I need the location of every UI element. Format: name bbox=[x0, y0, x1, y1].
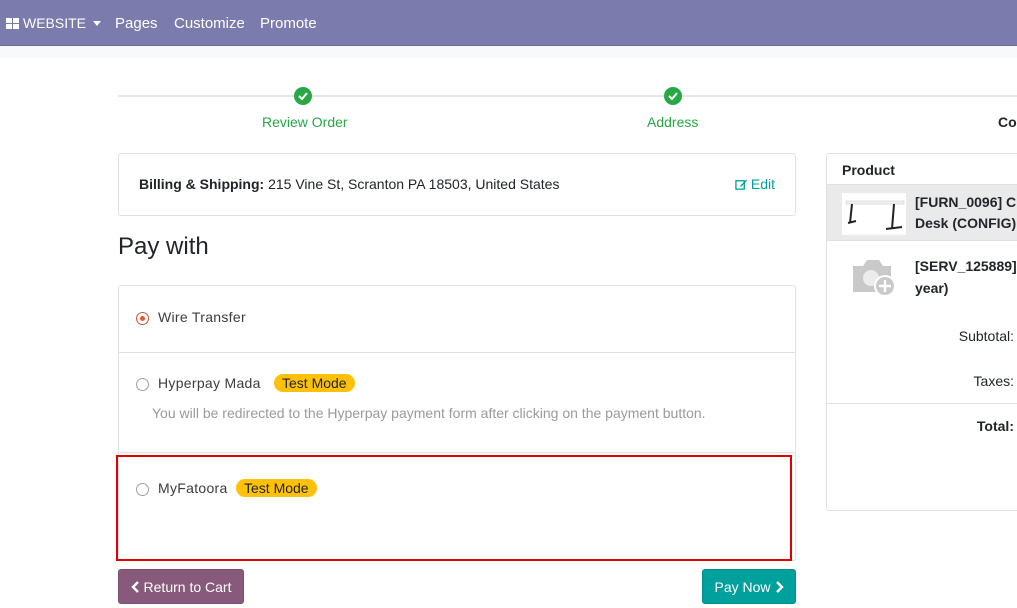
test-mode-badge: Test Mode bbox=[274, 374, 355, 392]
check-circle-icon bbox=[294, 87, 312, 105]
pay-now-label: Pay Now bbox=[714, 578, 771, 595]
wizard-step-label: Address bbox=[647, 114, 699, 130]
test-mode-badge: Test Mode bbox=[236, 479, 317, 497]
return-to-cart-label: Return to Cart bbox=[143, 578, 232, 595]
summary-divider bbox=[827, 403, 1017, 404]
nav-pages[interactable]: Pages bbox=[115, 0, 158, 46]
product-column-header: Product bbox=[842, 162, 895, 178]
payment-method-description: You will be redirected to the Hyperpay p… bbox=[152, 405, 706, 421]
navbar-shadow bbox=[0, 46, 1017, 58]
payment-radio-checked[interactable] bbox=[136, 312, 149, 325]
wizard-progress-line bbox=[118, 95, 1017, 97]
payment-method-myfatoora[interactable]: MyFatoora Test Mode bbox=[119, 453, 795, 560]
chevron-right-icon bbox=[775, 580, 784, 593]
payment-method-wire-transfer[interactable]: Wire Transfer bbox=[119, 286, 795, 353]
pay-with-heading: Pay with bbox=[118, 233, 209, 260]
website-menu[interactable]: WEBSITE bbox=[6, 0, 102, 46]
edit-label: Edit bbox=[750, 176, 775, 192]
nav-customize[interactable]: Customize bbox=[174, 0, 245, 46]
payment-method-name: MyFatoora bbox=[158, 480, 228, 496]
product-name-line: year) bbox=[915, 280, 949, 296]
check-circle-icon bbox=[664, 87, 682, 105]
total-label: Total: bbox=[976, 418, 1014, 434]
product-name-line: Desk (CONFIG) ( bbox=[915, 215, 1017, 231]
billing-address-value: 215 Vine St, Scranton PA 18503, United S… bbox=[264, 176, 560, 192]
payment-method-hyperpay-mada[interactable]: Hyperpay Mada Test Mode You will be redi… bbox=[119, 353, 795, 453]
nav-promote[interactable]: Promote bbox=[260, 0, 317, 46]
order-summary-card: Product [FURN_0096] Cu Desk (CONFIG) ( [… bbox=[826, 153, 1017, 511]
website-menu-label: WEBSITE bbox=[23, 15, 87, 31]
edit-icon bbox=[735, 179, 747, 190]
billing-shipping-card: Billing & Shipping: 215 Vine St, Scranto… bbox=[118, 153, 796, 216]
wizard-step-review-order[interactable]: Review Order bbox=[262, 87, 348, 130]
billing-address: Billing & Shipping: 215 Vine St, Scranto… bbox=[139, 176, 559, 192]
summary-product-row: [FURN_0096] Cu Desk (CONFIG) ( bbox=[827, 185, 1017, 241]
edit-address-link[interactable]: Edit bbox=[735, 176, 775, 192]
payment-radio[interactable] bbox=[136, 483, 149, 496]
product-name-line: [SERV_125889] ' bbox=[915, 258, 1017, 274]
wizard-step-address[interactable]: Address bbox=[647, 87, 698, 130]
payment-method-name: Hyperpay Mada bbox=[158, 375, 261, 391]
pay-now-button[interactable]: Pay Now bbox=[702, 569, 796, 604]
payment-methods-card: Wire Transfer Hyperpay Mada Test Mode Yo… bbox=[118, 285, 796, 561]
taxes-label: Taxes: bbox=[973, 373, 1014, 389]
payment-method-name: Wire Transfer bbox=[158, 309, 246, 325]
apps-grid-icon bbox=[6, 17, 19, 29]
wizard-step-label: Review Order bbox=[262, 114, 348, 130]
billing-label: Billing & Shipping: bbox=[139, 176, 265, 192]
caret-down-icon bbox=[93, 21, 102, 26]
return-to-cart-button[interactable]: Return to Cart bbox=[118, 569, 244, 604]
chevron-left-icon bbox=[130, 580, 139, 593]
product-name-line: [FURN_0096] Cu bbox=[915, 194, 1017, 210]
subtotal-label: Subtotal: bbox=[958, 328, 1014, 344]
summary-header: Product bbox=[827, 154, 1017, 185]
top-navbar: WEBSITE Pages Customize Promote bbox=[0, 0, 1017, 46]
camera-placeholder-icon bbox=[853, 260, 896, 297]
payment-radio[interactable] bbox=[136, 378, 149, 391]
wizard-step-confirm-label: Con bbox=[998, 114, 1017, 130]
product-image bbox=[842, 193, 906, 235]
summary-product-row: [SERV_125889] ' year) bbox=[827, 241, 1017, 311]
